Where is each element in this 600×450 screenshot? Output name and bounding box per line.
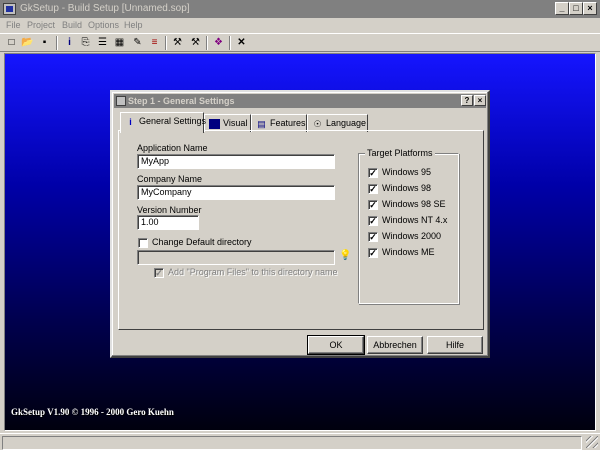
- version-number-label: Version Number: [137, 205, 202, 215]
- windows-2000-checkbox[interactable]: ✓: [368, 232, 378, 242]
- compare-icon[interactable]: ≡: [147, 36, 162, 50]
- status-pane: [2, 436, 582, 450]
- menu-options[interactable]: Options: [88, 18, 119, 33]
- windows-98-checkbox[interactable]: ✓: [368, 184, 378, 194]
- window-title: GkSetup - Build Setup [Unnamed.sop]: [20, 3, 190, 14]
- general-settings-dialog: Step 1 - General Settings ? × i General S…: [110, 90, 490, 358]
- features-icon: ▤: [257, 119, 266, 129]
- menu-file[interactable]: File: [6, 18, 21, 33]
- dialog-title-bar[interactable]: Step 1 - General Settings ? ×: [114, 94, 486, 108]
- tab-label: Visual: [223, 118, 248, 128]
- menu-project[interactable]: Project: [27, 18, 55, 33]
- dialog-title: Step 1 - General Settings: [128, 96, 235, 106]
- edit-icon[interactable]: ✎: [130, 36, 145, 50]
- maximize-button[interactable]: □: [569, 2, 583, 15]
- help-button[interactable]: Hilfe: [427, 336, 483, 354]
- application-name-input[interactable]: MyApp: [137, 154, 335, 169]
- resize-grip[interactable]: [586, 436, 598, 448]
- toolbar-separator: [165, 36, 167, 50]
- windows-98-label[interactable]: Windows 98: [382, 183, 431, 193]
- dialog-help-button[interactable]: ?: [461, 95, 473, 106]
- app-icon[interactable]: [3, 3, 16, 15]
- dialog-close-button[interactable]: ×: [474, 95, 486, 106]
- menu-build[interactable]: Build: [62, 18, 82, 33]
- windows-2000-label[interactable]: Windows 2000: [382, 231, 441, 241]
- status-bar: [0, 433, 600, 450]
- toolbar-separator: [56, 36, 58, 50]
- build-hammer-icon[interactable]: ⚒: [170, 36, 185, 50]
- info-icon: i: [129, 117, 132, 127]
- windows-me-label[interactable]: Windows ME: [382, 247, 435, 257]
- add-program-files-checkbox[interactable]: ✓: [154, 268, 164, 278]
- copyright-text: GkSetup V1.90 © 1996 - 2000 Gero Kuehn: [11, 407, 174, 417]
- info-icon[interactable]: i: [62, 36, 77, 50]
- toolbar-separator: [206, 36, 208, 50]
- save-icon[interactable]: ▪: [37, 36, 52, 50]
- target-platforms-title: Target Platforms: [365, 148, 435, 158]
- company-name-label: Company Name: [137, 174, 203, 184]
- rebuild-hammer-icon[interactable]: ⚒: [188, 36, 203, 50]
- windows-98se-checkbox[interactable]: ✓: [368, 200, 378, 210]
- add-program-files-label: Add "Program Files" to this directory na…: [168, 267, 338, 277]
- copy-icon[interactable]: ⎘: [78, 36, 93, 50]
- new-file-icon[interactable]: □: [4, 36, 19, 50]
- dialog-icon: [116, 96, 126, 106]
- company-name-input[interactable]: MyCompany: [137, 185, 335, 200]
- ok-button[interactable]: OK: [307, 335, 365, 355]
- change-default-directory-checkbox[interactable]: [138, 238, 148, 248]
- tab-label: Features: [270, 118, 306, 128]
- target-platforms-group: Target Platforms ✓ Windows 95 ✓ Windows …: [358, 148, 459, 304]
- list-icon[interactable]: ☰: [95, 36, 110, 50]
- windows-nt-label[interactable]: Windows NT 4.x: [382, 215, 447, 225]
- change-default-directory-label[interactable]: Change Default directory: [152, 237, 252, 247]
- minimize-button[interactable]: _: [555, 2, 569, 15]
- main-title-bar[interactable]: GkSetup - Build Setup [Unnamed.sop] _ □ …: [0, 0, 600, 18]
- tab-general-settings[interactable]: i General Settings: [120, 112, 207, 133]
- calendar-icon[interactable]: ▦: [112, 36, 127, 50]
- windows-95-checkbox[interactable]: ✓: [368, 168, 378, 178]
- windows-95-label[interactable]: Windows 95: [382, 167, 431, 177]
- application-name-label: Application Name: [137, 143, 208, 153]
- tab-label: General Settings: [139, 116, 207, 126]
- monitor-icon: ▪: [209, 119, 220, 129]
- windows-me-checkbox[interactable]: ✓: [368, 248, 378, 258]
- directory-input[interactable]: [137, 250, 335, 265]
- version-number-input[interactable]: 1.00: [137, 215, 199, 230]
- windows-nt-checkbox[interactable]: ✓: [368, 216, 378, 226]
- menu-bar: File Project Build Options Help: [0, 18, 600, 33]
- open-folder-icon[interactable]: 📂: [20, 36, 35, 50]
- toolbar-separator: [229, 36, 231, 50]
- tab-label: Language: [326, 118, 367, 128]
- windows-98se-label[interactable]: Windows 98 SE: [382, 199, 446, 209]
- cancel-button[interactable]: Abbrechen: [367, 336, 423, 354]
- lightbulb-icon[interactable]: 💡: [339, 250, 351, 261]
- toolbar: □ 📂 ▪ i ⎘ ☰ ▦ ✎ ≡ ⚒ ⚒ ❖ ✕: [0, 33, 600, 52]
- close-button[interactable]: ×: [583, 2, 597, 15]
- globe-icon: ☉: [313, 119, 322, 129]
- book-icon[interactable]: ❖: [211, 36, 226, 50]
- exit-icon[interactable]: ✕: [234, 36, 249, 50]
- menu-help[interactable]: Help: [124, 18, 143, 33]
